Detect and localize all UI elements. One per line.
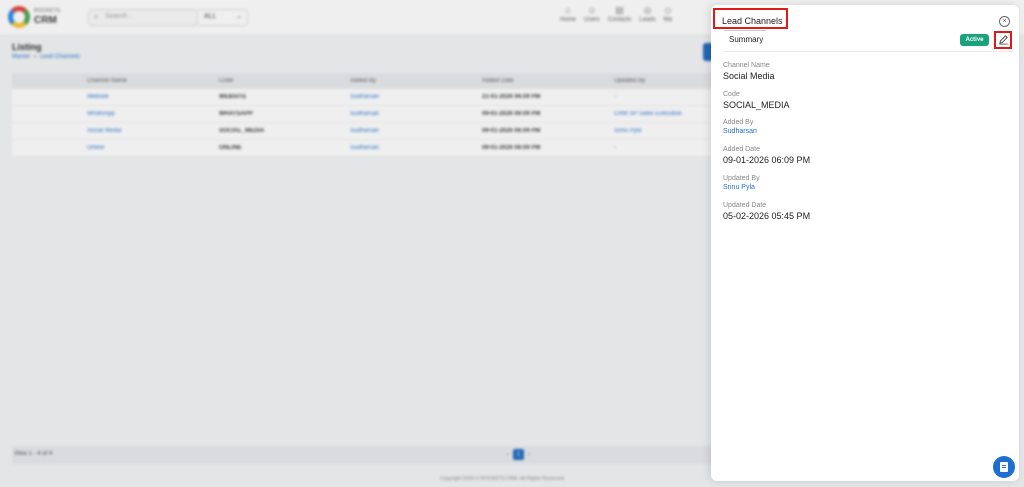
channel-name-label: Channel Name [723,62,770,69]
code-value: SOCIAL_MEDIA [723,100,790,110]
added-by-label: Added By [723,119,754,126]
tab-summary[interactable]: Summary [729,35,763,44]
document-icon [1000,462,1008,472]
status-badge: Active [960,34,989,46]
added-date-value: 09-01-2026 06:09 PM [723,155,811,165]
updated-by-link[interactable]: Srinu Pyla [723,184,755,191]
close-icon[interactable]: × [999,16,1010,27]
document-fab-button[interactable] [993,456,1015,478]
channel-name-value: Social Media [723,71,775,81]
edit-button[interactable] [994,31,1012,49]
drawer-title: Lead Channels [722,16,783,26]
added-by-link[interactable]: Sudharsan [723,128,757,135]
pencil-icon [999,35,1008,45]
updated-date-value: 05-02-2026 05:45 PM [723,211,811,221]
tab-indicator [724,30,766,31]
updated-by-label: Updated By [723,175,760,182]
lead-channel-drawer: Lead Channels × Summary Active Channel N… [711,5,1019,481]
code-label: Code [723,91,740,98]
divider [723,51,1013,52]
updated-date-label: Updated Date [723,202,767,209]
added-date-label: Added Date [723,146,760,153]
